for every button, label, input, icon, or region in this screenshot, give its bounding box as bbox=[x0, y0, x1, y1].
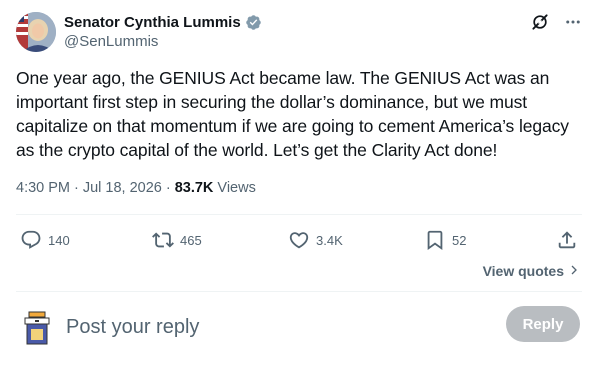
tweet-time[interactable]: 4:30 PM bbox=[16, 180, 70, 196]
more-icon[interactable] bbox=[564, 13, 582, 31]
meta-separator: · bbox=[74, 180, 79, 196]
repost-count: 465 bbox=[180, 232, 202, 248]
view-quotes-link[interactable]: View quotes bbox=[483, 263, 580, 279]
bookmark-icon bbox=[424, 229, 446, 251]
tweet-text: One year ago, the GENIUS Act became law.… bbox=[16, 68, 569, 160]
reply-icon bbox=[20, 229, 42, 251]
reply-composer: Post your reply Reply bbox=[16, 306, 582, 350]
verified-badge-icon bbox=[245, 14, 262, 31]
action-bar: 140 465 3.4K 52 bbox=[16, 224, 582, 256]
tweet-header: Senator Cynthia Lummis @SenLummis bbox=[16, 12, 582, 52]
author-handle[interactable]: @SenLummis bbox=[64, 33, 158, 50]
reply-count: 140 bbox=[48, 232, 70, 248]
tweet-meta: 4:30 PM · Jul 18, 2026 · 83.7K Views bbox=[16, 180, 256, 196]
like-icon bbox=[288, 229, 310, 251]
author-avatar[interactable] bbox=[16, 12, 56, 52]
reply-submit-button[interactable]: Reply bbox=[506, 306, 580, 342]
chevron-right-icon bbox=[568, 263, 580, 279]
meta-separator: · bbox=[165, 180, 171, 196]
bookmark-button[interactable]: 52 bbox=[424, 224, 466, 256]
views-label: Views bbox=[217, 180, 256, 196]
like-button[interactable]: 3.4K bbox=[288, 224, 343, 256]
tweet-date[interactable]: Jul 18, 2026 bbox=[83, 180, 162, 196]
divider bbox=[16, 291, 582, 292]
author-display-name[interactable]: Senator Cynthia Lummis bbox=[64, 14, 241, 31]
user-avatar[interactable] bbox=[20, 310, 54, 346]
view-quotes-label: View quotes bbox=[482, 263, 564, 279]
share-button[interactable] bbox=[556, 224, 578, 256]
grok-icon[interactable] bbox=[530, 12, 550, 32]
views-count: 83.7K bbox=[174, 180, 214, 196]
like-count: 3.4K bbox=[316, 232, 343, 248]
divider bbox=[16, 214, 582, 215]
bookmark-count: 52 bbox=[452, 232, 467, 248]
repost-button[interactable]: 465 bbox=[152, 224, 202, 256]
reply-button[interactable]: 140 bbox=[20, 224, 70, 256]
share-icon bbox=[556, 229, 578, 251]
reply-input[interactable]: Post your reply bbox=[66, 316, 199, 339]
repost-icon bbox=[152, 229, 174, 251]
